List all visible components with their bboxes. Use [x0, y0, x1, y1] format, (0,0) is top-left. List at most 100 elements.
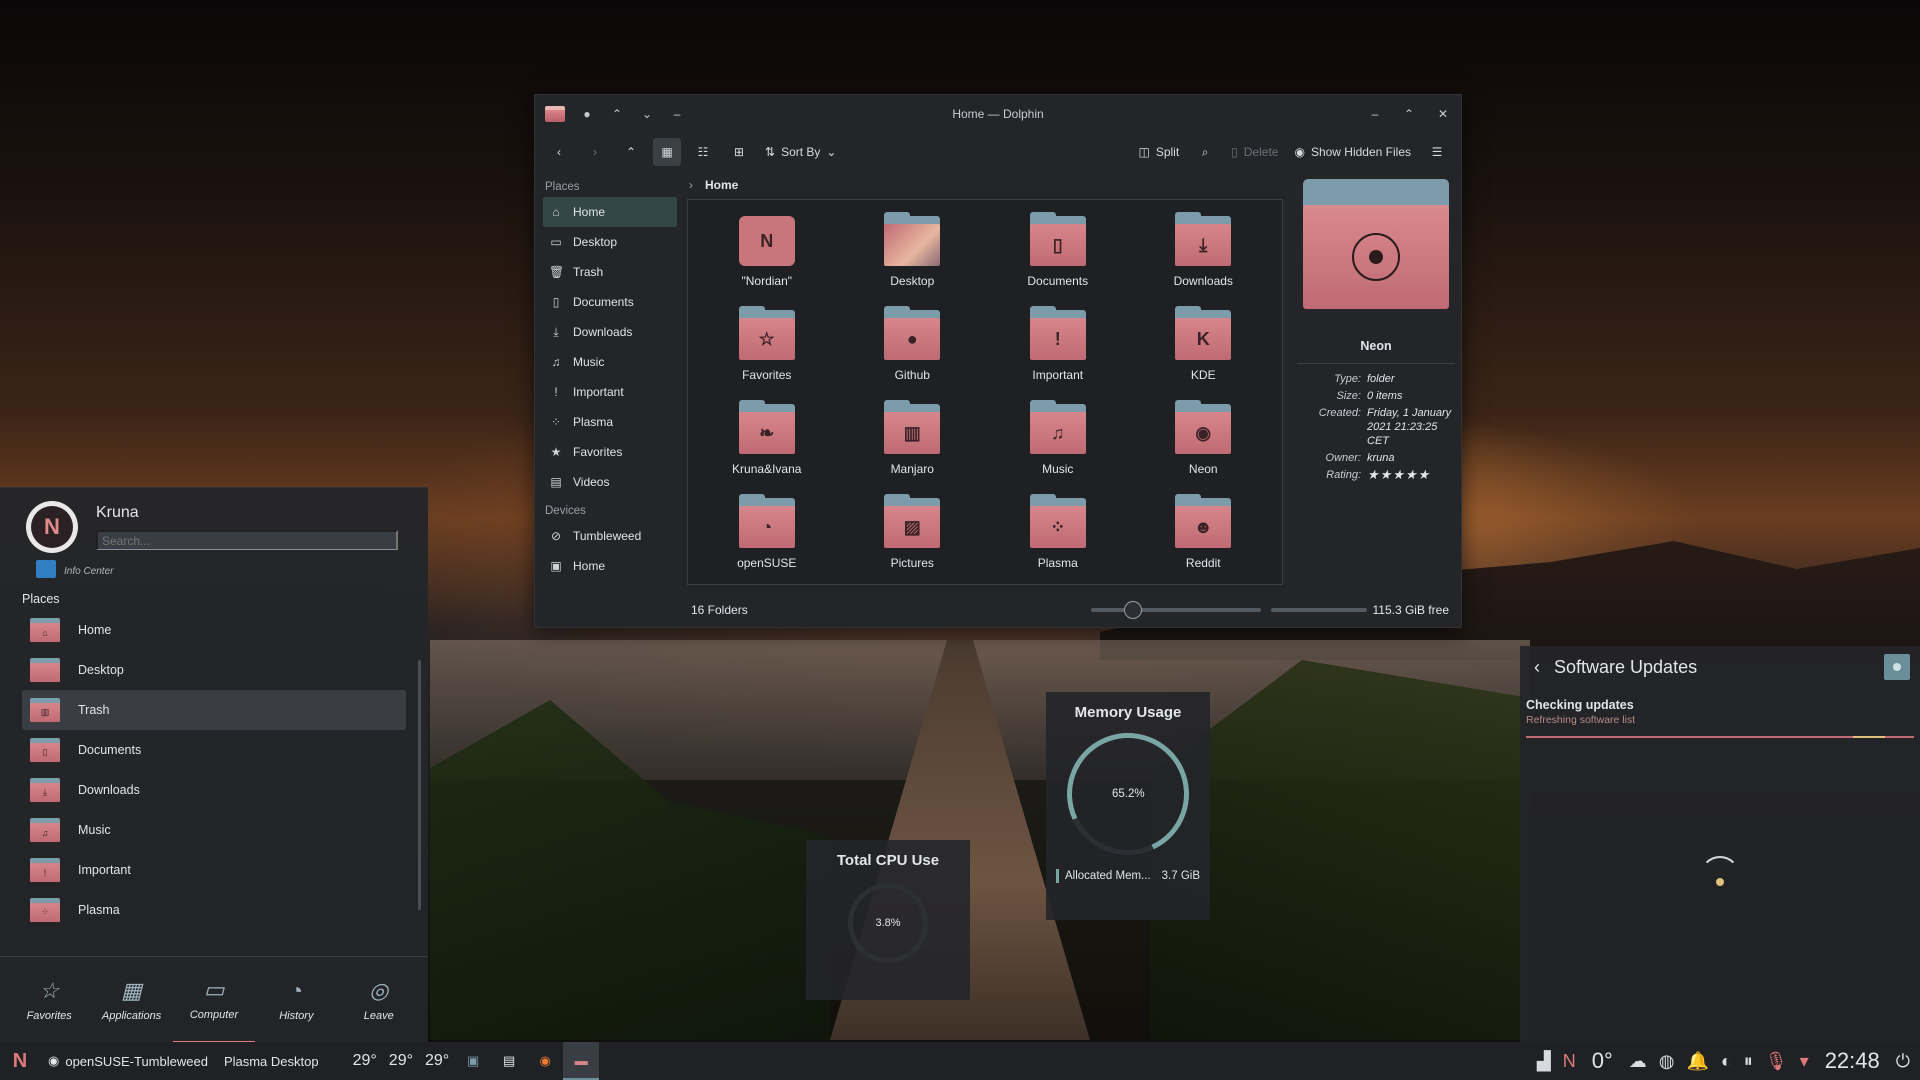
forward-button[interactable]: › [581, 138, 609, 166]
launcher-item-downloads[interactable]: ⤓ Downloads [22, 770, 406, 810]
folder-emblem-icon: ❧ [738, 412, 795, 454]
folder-item[interactable]: ▯ Documents [985, 210, 1131, 304]
back-button[interactable]: ‹ [545, 138, 573, 166]
folder-item[interactable]: ▨ Pictures [840, 492, 986, 586]
launcher-item-trash[interactable]: ▥ Trash [22, 690, 406, 730]
tab-computer[interactable]: ▭ Computer [172, 957, 255, 1043]
sidebar-item-downloads[interactable]: ⤓ Downloads [543, 317, 677, 347]
scrollbar[interactable] [418, 660, 421, 910]
pin-button[interactable] [1884, 654, 1910, 680]
tab-leave[interactable]: ◎ Leave [338, 957, 420, 1043]
weather-icon[interactable]: ☁ [1629, 1051, 1647, 1072]
zoom-slider[interactable] [1090, 601, 1261, 619]
folder-item[interactable]: ☻ Reddit [1131, 492, 1277, 586]
tray-expand-icon[interactable]: ▾ [1800, 1051, 1809, 1072]
sidebar-item-plasma[interactable]: ⁘ Plasma [543, 407, 677, 437]
keep-above-icon[interactable]: ⌃ [609, 107, 625, 121]
sidebar-item-videos[interactable]: ▤ Videos [543, 467, 677, 497]
nordian-tray-icon[interactable]: N [1563, 1051, 1576, 1072]
device-item-tumbleweed[interactable]: ⊘ Tumbleweed [543, 521, 677, 551]
distro-widget[interactable]: ◉ openSUSE-Tumbleweed [40, 1053, 216, 1069]
folder-item[interactable]: ! Important [985, 304, 1131, 398]
maximize-button[interactable]: ⌃ [1401, 107, 1417, 121]
sidebar-item-important[interactable]: ! Important [543, 377, 677, 407]
zoom-slider-handle[interactable] [1124, 601, 1142, 619]
task-terminal[interactable]: ▤ [491, 1042, 527, 1080]
temperature-2[interactable]: 29° [383, 1052, 419, 1070]
folder-item[interactable]: ⤓ Downloads [1131, 210, 1277, 304]
tab-favorites[interactable]: ☆ Favorites [8, 957, 90, 1043]
folder-item[interactable]: ⁘ Plasma [985, 492, 1131, 586]
sidebar-item-favorites[interactable]: ★ Favorites [543, 437, 677, 467]
launcher-item-plasma[interactable]: ⁘ Plasma [22, 890, 406, 930]
signal-icon[interactable]: ▟ [1537, 1051, 1551, 1072]
hamburger-menu-button[interactable]: ☰ [1423, 138, 1451, 166]
avatar[interactable]: N [26, 501, 78, 553]
media-pause-icon[interactable]: ⏸ [1744, 1051, 1753, 1072]
keep-below-icon[interactable]: ⌄ [639, 107, 655, 121]
folder-icon: ▬ [574, 1052, 588, 1068]
folder-item[interactable]: ● Github [840, 304, 986, 398]
notifications-icon[interactable]: 🔔 [1686, 1051, 1708, 1072]
network-icon[interactable]: ◍ [1659, 1051, 1675, 1072]
folder-item[interactable]: ◔ openSUSE [694, 492, 840, 586]
compact-view-button[interactable]: ☷ [689, 138, 717, 166]
launcher-button[interactable]: N [0, 1042, 40, 1080]
launcher-item-desktop[interactable]: Desktop [22, 650, 406, 690]
temperature-1[interactable]: 29° [347, 1052, 383, 1070]
show-hidden-files-button[interactable]: ◉ Show Hidden Files [1290, 138, 1415, 166]
folder-item[interactable]: ☆ Favorites [694, 304, 840, 398]
icons-view-button[interactable]: ▦ [653, 138, 681, 166]
tab-applications[interactable]: ▦ Applications [91, 957, 173, 1043]
folder-item[interactable]: Desktop [840, 210, 986, 304]
clock[interactable]: 22:48 [1821, 1048, 1884, 1074]
tab-history[interactable]: ◔ History [255, 957, 337, 1043]
device-item-home[interactable]: ▣ Home [543, 551, 677, 581]
shade-icon[interactable]: – [669, 107, 685, 121]
minimize-button[interactable]: – [1367, 107, 1383, 121]
memory-title: Memory Usage [1074, 704, 1182, 721]
task-drive[interactable]: ▣ [455, 1042, 491, 1080]
sidebar-item-home[interactable]: ⌂ Home [543, 197, 677, 227]
folder-item[interactable]: ▥ Manjaro [840, 398, 986, 492]
launcher-item-important[interactable]: ! Important [22, 850, 406, 890]
split-button[interactable]: ◫ Split [1134, 138, 1183, 166]
sidebar-item-desktop[interactable]: ▭ Desktop [543, 227, 677, 257]
folder-item[interactable]: ◉ Neon [1131, 398, 1277, 492]
folder-item[interactable]: N "Nordian" [694, 210, 840, 304]
pin-icon[interactable]: ● [579, 107, 595, 121]
weather-temperature[interactable]: 0° [1588, 1048, 1617, 1074]
dolphin-app-icon[interactable] [545, 106, 565, 122]
task-firefox[interactable]: ◉ [527, 1042, 563, 1080]
close-button[interactable]: ✕ [1435, 107, 1451, 121]
folder-item[interactable]: ❧ Kruna&Ivana [694, 398, 840, 492]
launcher-item-documents[interactable]: ▯ Documents [22, 730, 406, 770]
launcher-item-home[interactable]: ⌂ Home [22, 610, 406, 650]
up-button[interactable]: ⌃ [617, 138, 645, 166]
sidebar-item-trash[interactable]: 🗑 Trash [543, 257, 677, 287]
sort-by-button[interactable]: ⇅ Sort By ⌄ [761, 138, 840, 166]
microphone-icon[interactable]: 🎙 [1765, 1051, 1788, 1072]
folder-item[interactable]: ♫ Music [985, 398, 1131, 492]
night-color-icon[interactable]: ◐ [1721, 1051, 1732, 1072]
breadcrumb-home[interactable]: Home [705, 178, 738, 192]
activity-widget[interactable]: Plasma Desktop [216, 1054, 327, 1069]
title-bar[interactable]: ● ⌃ ⌄ – Home — Dolphin – ⌃ ✕ [535, 95, 1461, 133]
back-icon[interactable]: ‹ [1534, 657, 1540, 678]
delete-button[interactable]: ▯ Delete [1227, 138, 1282, 166]
search-button[interactable]: ⌕ [1191, 138, 1219, 166]
power-icon[interactable]: ⏻ [1896, 1051, 1910, 1072]
task-dolphin[interactable]: ▬ [563, 1042, 600, 1080]
folder-item[interactable]: K KDE [1131, 304, 1277, 398]
list-item-info-center[interactable]: Info Center [0, 560, 428, 586]
sidebar-item-documents[interactable]: ▯ Documents [543, 287, 677, 317]
folder-icon: ▯ [1029, 212, 1086, 266]
sidebar-item-music[interactable]: ♫ Music [543, 347, 677, 377]
launcher-item-music[interactable]: ♫ Music [22, 810, 406, 850]
cpu-widget[interactable]: Total CPU Use 3.8% [806, 840, 970, 1000]
memory-widget[interactable]: Memory Usage 65.2% Allocated Mem... 3.7 … [1046, 692, 1210, 920]
temperature-3[interactable]: 29° [419, 1052, 455, 1070]
rating-stars[interactable]: ★★★★★ [1367, 468, 1455, 482]
details-view-button[interactable]: ⊞ [725, 138, 753, 166]
search-input[interactable] [96, 530, 398, 550]
